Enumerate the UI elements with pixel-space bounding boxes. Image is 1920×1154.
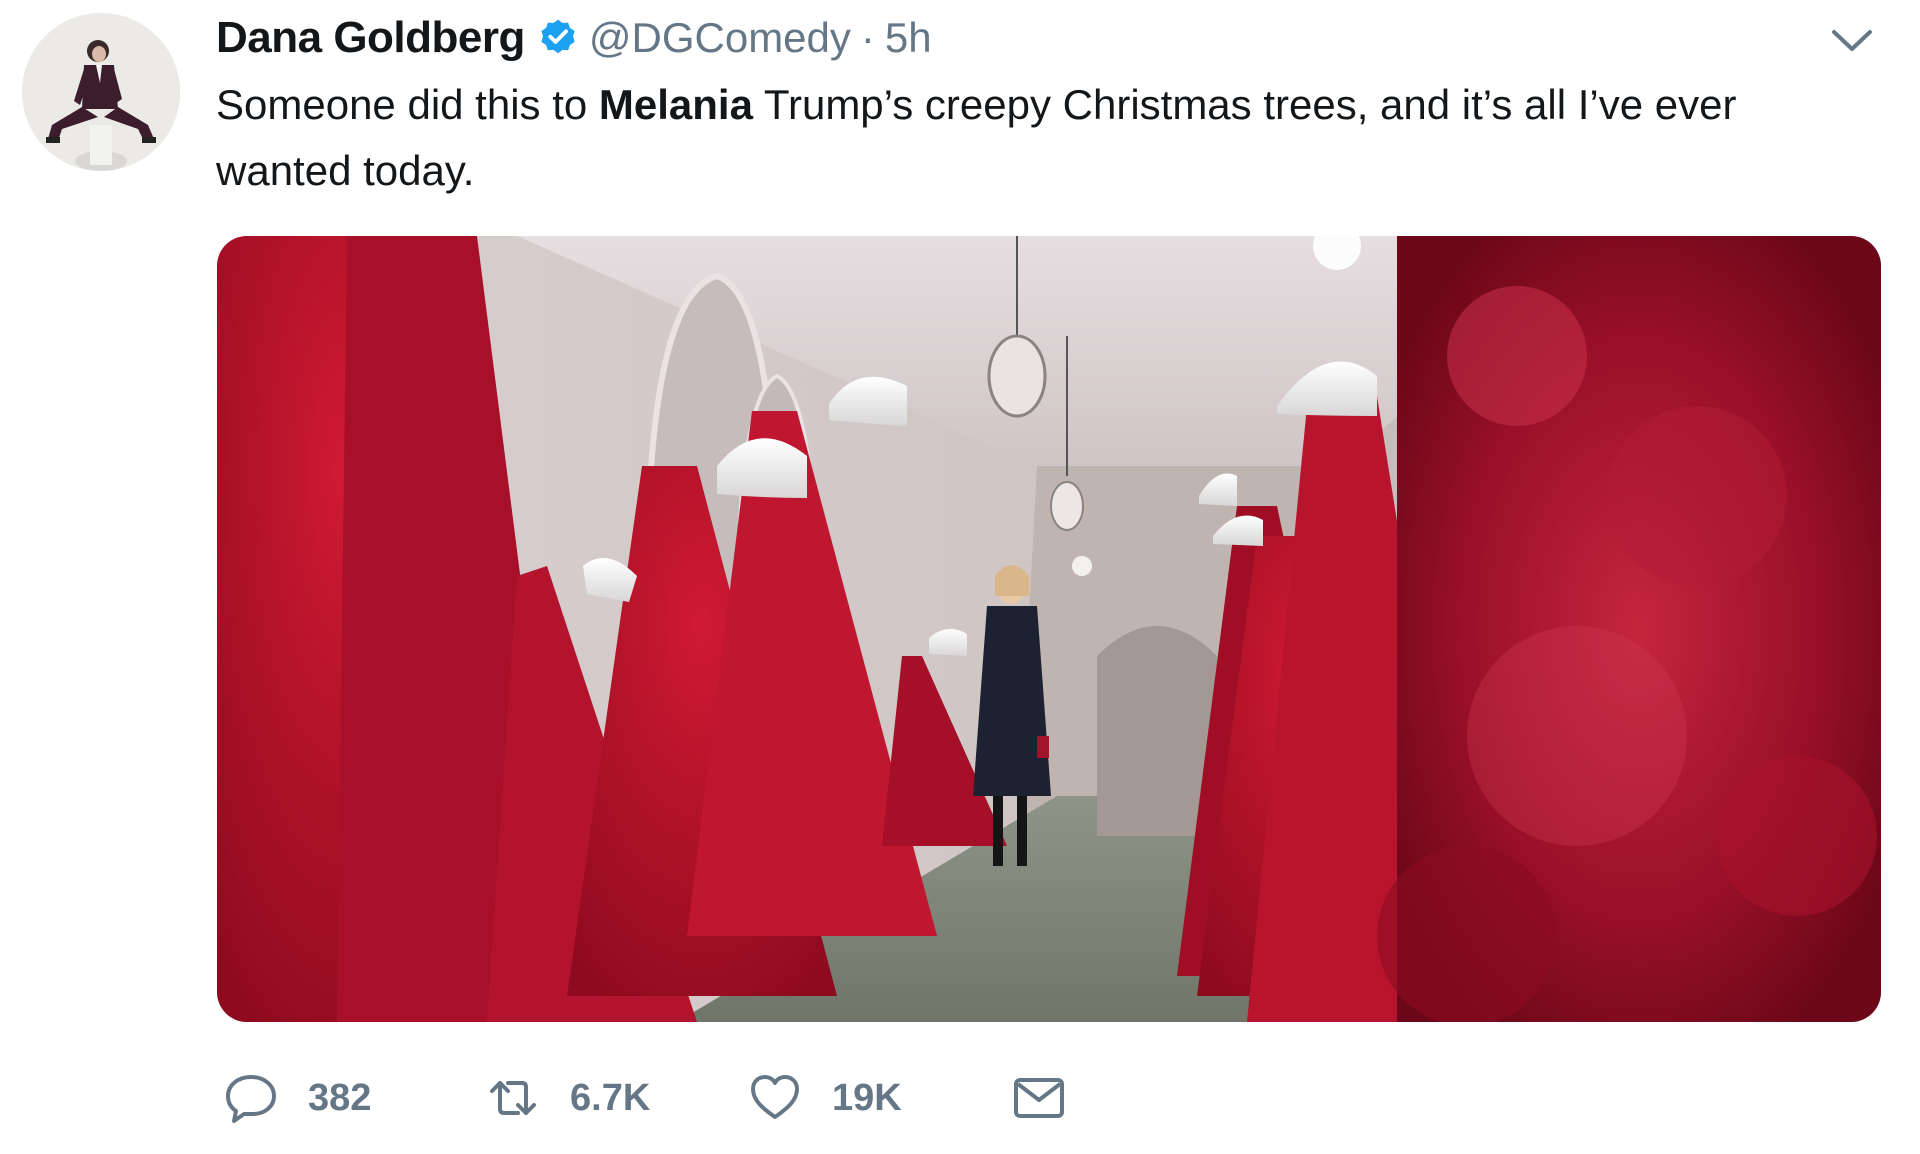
retweet-button[interactable]: 6.7K bbox=[486, 1066, 650, 1130]
tweet-actions: 382 6.7K 19K bbox=[224, 1066, 1224, 1130]
heart-icon bbox=[748, 1071, 802, 1125]
reply-icon bbox=[224, 1071, 278, 1125]
avatar[interactable] bbox=[22, 13, 180, 171]
envelope-icon bbox=[1012, 1071, 1066, 1125]
tweet-text-start: Someone did this to bbox=[216, 81, 599, 128]
timestamp[interactable]: 5h bbox=[885, 14, 932, 62]
direct-message-button[interactable] bbox=[1012, 1066, 1066, 1130]
tweet-header: Dana Goldberg @DGComedy · 5h bbox=[216, 8, 932, 68]
like-count: 19K bbox=[832, 1076, 902, 1119]
retweet-icon bbox=[486, 1071, 540, 1125]
separator-dot: · bbox=[860, 14, 875, 61]
tweet-text: Someone did this to Melania Trump’s cree… bbox=[216, 72, 1836, 204]
verified-badge-icon bbox=[537, 17, 579, 59]
tweet-card[interactable]: Dana Goldberg @DGComedy · 5h Someone did… bbox=[0, 0, 1920, 1154]
tweet-image[interactable] bbox=[217, 236, 1881, 1022]
user-handle[interactable]: @DGComedy bbox=[589, 14, 851, 62]
reply-count: 382 bbox=[308, 1076, 372, 1119]
tweet-text-bold: Melania bbox=[598, 81, 753, 128]
reply-button[interactable]: 382 bbox=[224, 1066, 371, 1130]
display-name[interactable]: Dana Goldberg bbox=[216, 13, 525, 63]
chevron-down-icon[interactable] bbox=[1828, 22, 1876, 58]
retweet-count: 6.7K bbox=[570, 1076, 651, 1119]
like-button[interactable]: 19K bbox=[748, 1066, 902, 1130]
